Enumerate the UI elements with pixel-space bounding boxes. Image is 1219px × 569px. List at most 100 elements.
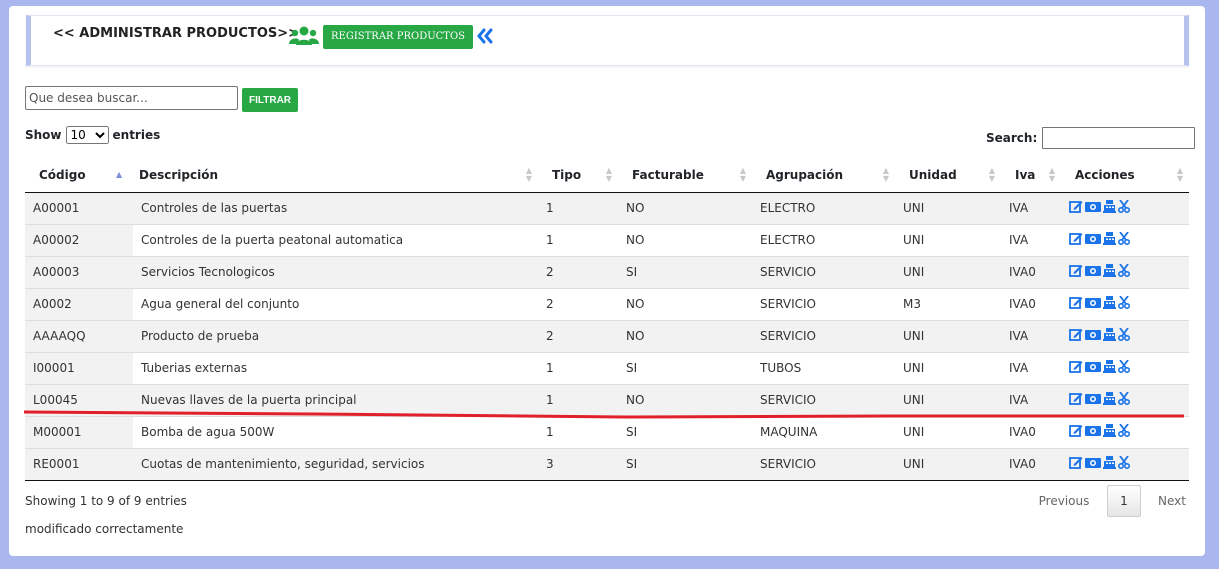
cell-iva: IVA0 xyxy=(1001,287,1061,320)
double-chevron-left-icon[interactable] xyxy=(476,28,494,48)
next-button[interactable]: Next xyxy=(1149,494,1195,508)
money-icon[interactable] xyxy=(1085,329,1101,344)
length-suffix: entries xyxy=(112,128,161,142)
scissors-icon[interactable] xyxy=(1117,231,1131,248)
edit-icon[interactable] xyxy=(1069,424,1083,440)
money-icon[interactable] xyxy=(1085,393,1101,408)
cell-codigo: AAAAQQ xyxy=(25,319,133,352)
cell-codigo: A0002 xyxy=(25,287,133,320)
money-icon[interactable] xyxy=(1085,201,1101,216)
cell-facturable: SI xyxy=(618,415,752,448)
scissors-icon[interactable] xyxy=(1117,455,1131,472)
edit-icon[interactable] xyxy=(1069,296,1083,312)
cell-facturable: NO xyxy=(618,287,752,320)
col-descripcion[interactable]: Descripción ▲ ▼ xyxy=(133,158,538,193)
col-iva[interactable]: Iva ▲ ▼ xyxy=(1001,158,1061,193)
table-row: AAAAQQ Producto de prueba 2 NO SERVICIO UNI IV… xyxy=(25,319,1189,352)
cell-tipo: 2 xyxy=(538,319,618,352)
cell-descripcion: Producto de prueba xyxy=(133,319,538,352)
status-message: modificado correctamente xyxy=(25,522,184,536)
filter-button[interactable]: FILTRAR xyxy=(242,88,299,112)
col-tipo[interactable]: Tipo ▲ ▼ xyxy=(538,158,618,193)
col-agrupacion[interactable]: Agrupación ▲ ▼ xyxy=(752,158,895,193)
money-icon[interactable] xyxy=(1085,361,1101,376)
cell-acciones xyxy=(1061,319,1189,352)
edit-icon[interactable] xyxy=(1069,232,1083,248)
cell-tipo: 3 xyxy=(538,447,618,481)
cash-register-icon[interactable] xyxy=(1103,264,1116,280)
cell-unidad: UNI xyxy=(895,255,1001,288)
money-icon[interactable] xyxy=(1085,233,1101,248)
cell-descripcion: Controles de las puertas xyxy=(133,192,538,224)
money-icon[interactable] xyxy=(1085,265,1101,280)
cell-iva: IVA0 xyxy=(1001,447,1061,481)
scissors-icon[interactable] xyxy=(1117,359,1131,376)
cell-facturable: NO xyxy=(618,192,752,224)
money-icon[interactable] xyxy=(1085,425,1101,440)
header-panel: << ADMINISTRAR PRODUCTOS>> REGISTRAR PRO… xyxy=(26,15,1189,66)
table-header-row: Código ▲ Descripción ▲ ▼ Tipo ▲ ▼ Facturable ▲… xyxy=(25,158,1189,193)
cell-iva: IVA0 xyxy=(1001,415,1061,448)
cell-unidad: UNI xyxy=(895,447,1001,481)
edit-icon[interactable] xyxy=(1069,360,1083,376)
cell-descripcion: Tuberias externas xyxy=(133,351,538,384)
cell-iva: IVA xyxy=(1001,192,1061,224)
cash-register-icon[interactable] xyxy=(1103,456,1116,472)
page-1-button[interactable]: 1 xyxy=(1107,485,1141,517)
cell-acciones xyxy=(1061,255,1189,288)
table-info: Showing 1 to 9 of 9 entries xyxy=(25,494,187,508)
register-products-button[interactable]: REGISTRAR PRODUCTOS xyxy=(323,25,474,49)
scissors-icon[interactable] xyxy=(1117,423,1131,440)
products-table: Código ▲ Descripción ▲ ▼ Tipo ▲ ▼ Facturable ▲… xyxy=(25,158,1189,481)
table-search-input[interactable] xyxy=(1042,127,1196,149)
cash-register-icon[interactable] xyxy=(1103,360,1116,376)
cell-codigo: A00003 xyxy=(25,255,133,288)
cell-codigo: M00001 xyxy=(25,415,133,448)
length-prefix: Show xyxy=(25,128,62,142)
cash-register-icon[interactable] xyxy=(1103,392,1116,408)
edit-icon[interactable] xyxy=(1069,200,1083,216)
search-label: Search: xyxy=(986,131,1038,145)
col-acciones[interactable]: Acciones ▲ ▼ xyxy=(1061,158,1189,193)
cell-agrupacion: MAQUINA xyxy=(752,415,895,448)
scissors-icon[interactable] xyxy=(1117,199,1131,216)
sort-icon: ▲ ▼ xyxy=(605,166,612,183)
entries-select[interactable]: 10 xyxy=(65,126,109,144)
cell-agrupacion: TUBOS xyxy=(752,351,895,384)
cell-iva: IVA xyxy=(1001,223,1061,256)
cash-register-icon[interactable] xyxy=(1103,296,1116,312)
sort-icon: ▲ ▼ xyxy=(1176,166,1183,183)
col-facturable[interactable]: Facturable ▲ ▼ xyxy=(618,158,752,193)
money-icon[interactable] xyxy=(1085,457,1101,472)
sort-asc-icon: ▲ xyxy=(116,170,123,179)
edit-icon[interactable] xyxy=(1069,456,1083,472)
cell-codigo: A00001 xyxy=(25,192,133,224)
cell-acciones xyxy=(1061,192,1189,224)
col-unidad[interactable]: Unidad ▲ ▼ xyxy=(895,158,1001,193)
search-input[interactable] xyxy=(25,86,238,110)
cash-register-icon[interactable] xyxy=(1103,328,1116,344)
col-codigo[interactable]: Código ▲ xyxy=(25,158,133,193)
cell-agrupacion: SERVICIO xyxy=(752,255,895,288)
cell-agrupacion: SERVICIO xyxy=(752,319,895,352)
money-icon[interactable] xyxy=(1085,297,1101,312)
scissors-icon[interactable] xyxy=(1117,391,1131,408)
cash-register-icon[interactable] xyxy=(1103,424,1116,440)
edit-icon[interactable] xyxy=(1069,264,1083,280)
scissors-icon[interactable] xyxy=(1117,327,1131,344)
table-row: M00001 Bomba de agua 500W 1 SI MAQUINA UNI IVA… xyxy=(25,415,1189,448)
scissors-icon[interactable] xyxy=(1117,295,1131,312)
cash-register-icon[interactable] xyxy=(1103,232,1116,248)
scissors-icon[interactable] xyxy=(1117,263,1131,280)
sort-icon: ▲ ▼ xyxy=(882,166,889,183)
page-title: << ADMINISTRAR PRODUCTOS>> xyxy=(53,26,300,41)
sort-icon: ▲ ▼ xyxy=(525,166,532,183)
sort-icon: ▲ ▼ xyxy=(1048,166,1055,183)
edit-icon[interactable] xyxy=(1069,328,1083,344)
edit-icon[interactable] xyxy=(1069,392,1083,408)
cash-register-icon[interactable] xyxy=(1103,200,1116,216)
cell-facturable: SI xyxy=(618,255,752,288)
cell-codigo: I00001 xyxy=(25,351,133,384)
table-row: A0002 Agua general del conjunto 2 NO SERVICI… xyxy=(25,287,1189,320)
previous-button[interactable]: Previous xyxy=(1029,494,1099,508)
